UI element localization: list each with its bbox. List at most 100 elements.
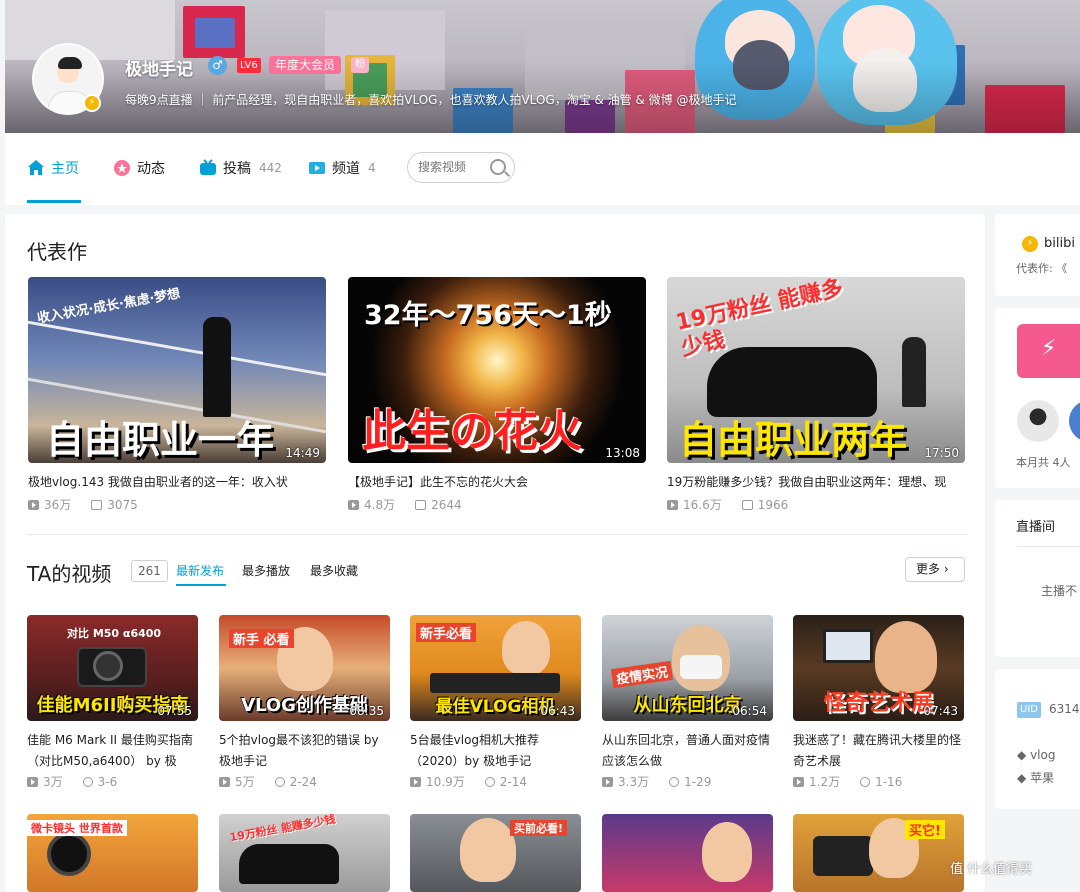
gender-male-icon: ♂ [208,56,227,75]
video-thumbnail[interactable]: 对比 M50 α6400 佳能M6II购买指南 07:55 [27,615,198,721]
video-duration: 17:50 [924,446,959,460]
videos-section-title: TA的视频 [27,562,112,586]
search-icon[interactable] [490,159,506,175]
supporter-avatar[interactable] [1069,400,1080,442]
video-card[interactable]: 怪奇艺术展 07:43 我迷惑了！藏在腾讯大楼里的怪奇艺术展 1.2万 1-16 [793,615,964,790]
tag-item[interactable]: ◆ vlog [1017,748,1055,762]
video-duration: 13:08 [605,446,640,460]
publish-date: 3-6 [97,774,118,789]
video-title[interactable]: 我迷惑了！藏在腾讯大楼里的怪奇艺术展 [793,730,964,772]
tag-icon: ◆ [1017,771,1027,785]
publish-date: 2-24 [289,774,317,789]
video-card[interactable]: 新手必看 最佳VLOG相机 06:43 5台最佳vlog相机大推荐（2020）b… [410,615,581,790]
level-badge[interactable]: LV6 [237,58,261,73]
tag-item[interactable]: ◆ 苹果 [1017,769,1054,786]
featured-video-card[interactable]: 收入状况·成长·焦虑·梦想 自由职业一年 14:49 极地vlog.143 我做… [28,277,326,513]
thumbnail-tag: 买前必看! [510,820,568,836]
charge-button[interactable]: ⚡ [1017,324,1080,378]
live-status-text: 主播不 [1041,584,1078,598]
side-brand: bilibi [1044,236,1075,251]
video-card[interactable]: 买它! [793,814,964,892]
thumbnail-tag: 微卡镜头 世界首款 [27,820,127,836]
featured-video-card[interactable]: 32年～756天～1秒 此生の花火 13:08 【极地手记】此生不忘的花火大会 … [348,277,646,513]
video-card[interactable]: 买前必看! [410,814,581,892]
tab-home[interactable]: 主页 [27,157,79,179]
video-thumbnail[interactable]: 新手 必看 VLOG创作基础 08:35 [219,615,390,721]
home-icon [28,160,44,175]
video-title[interactable]: 从山东回北京，普通人面对疫情应该怎么做 [602,730,773,772]
video-title[interactable]: 极地vlog.143 我做自由职业者的这一年：收入状 [28,473,326,490]
chevron-right-icon: › [943,562,949,576]
play-count-icon [667,499,678,510]
tab-channels[interactable]: 频道 4 [308,157,376,179]
tab-dynamic[interactable]: 动态 [113,157,165,179]
video-title[interactable]: 佳能 M6 Mark II 最佳购买指南（对比M50,a6400） by 极 [27,730,198,772]
video-title[interactable]: 5个拍vlog最不该犯的错误 by 极地手记 [219,730,390,772]
fan-badge[interactable]: 粉 [351,57,369,73]
video-stats: 16.6万 1966 [667,496,965,513]
video-thumbnail[interactable]: 怪奇艺术展 07:43 [793,615,964,721]
section-divider [27,534,967,535]
tab-most-favorited[interactable]: 最多收藏 [310,562,358,579]
play-count-icon [219,776,230,787]
video-card[interactable]: 疫情实况 从山东回北京 06:54 从山东回北京，普通人面对疫情应该怎么做 3.… [602,615,773,790]
play-count: 16.6万 [683,498,722,512]
tab-latest[interactable]: 最新发布 [176,562,224,579]
avatar-hair [58,57,82,69]
lightning-icon: ⚡ [1041,336,1057,361]
video-thumbnail[interactable] [602,814,773,892]
video-title[interactable]: 【极地手记】此生不忘的花火大会 [348,473,646,490]
face-graphic [875,621,937,693]
tag-label: vlog [1030,748,1056,762]
thumbnail-tag: 对比 M50 α6400 [67,627,162,640]
play-count: 36万 [44,498,72,512]
video-thumbnail[interactable]: 疫情实况 从山东回北京 06:54 [602,615,773,721]
video-thumbnail[interactable]: 买前必看! [410,814,581,892]
video-card[interactable] [602,814,773,892]
supporter-avatar[interactable] [1017,400,1059,442]
camera-graphic [813,836,873,876]
tab-dynamic-label: 动态 [137,161,165,177]
video-card[interactable]: 19万粉丝 能赚多少钱 [219,814,390,892]
more-button[interactable]: 更多 › [905,557,965,582]
tab-uploads[interactable]: 投稿 442 [199,157,282,179]
thumbnail-tag: 买它! [905,820,945,839]
video-title[interactable]: 5台最佳vlog相机大推荐（2020）by 极地手记 [410,730,581,772]
video-thumbnail[interactable]: 买它! [793,814,964,892]
video-thumbnail[interactable]: 新手必看 最佳VLOG相机 06:43 [410,615,581,721]
thumbnail-caption: 自由职业两年 [679,418,908,462]
clock-icon [274,776,285,787]
video-thumbnail[interactable]: 微卡镜头 世界首款 [27,814,198,892]
video-duration: 06:54 [732,704,767,718]
channels-count: 4 [368,161,376,175]
video-thumbnail[interactable]: 19万粉丝 能赚多少钱 [219,814,390,892]
thumbnail-overlay-text: 收入状况·成长·焦虑·梦想 [36,286,182,327]
danmaku-count: 2644 [431,497,462,512]
video-card[interactable]: 微卡镜头 世界首款 [27,814,198,892]
face-graphic [460,818,516,882]
cameras-graphic [430,673,560,693]
video-thumbnail[interactable]: 32年～756天～1秒 此生の花火 13:08 [348,277,646,463]
uid-value: 6314 [1049,702,1080,716]
active-sort-indicator [176,584,226,586]
video-thumbnail[interactable]: 19万粉丝 能赚多少钱 自由职业两年 17:50 [667,277,965,463]
thumbnail-caption: 此生の花火 [362,406,582,457]
tab-home-label: 主页 [51,161,79,177]
play-count: 1.2万 [809,775,841,789]
video-search[interactable] [407,152,515,183]
tab-most-played[interactable]: 最多播放 [242,562,290,579]
profile-banner: ⚡ 极地手记 ♂ LV6 年度大会员 粉 每晚9点直播 ｜ 前产品经理，现自由职… [5,0,1080,133]
video-card[interactable]: 新手 必看 VLOG创作基础 08:35 5个拍vlog最不该犯的错误 by 极… [219,615,390,790]
lens-graphic [93,651,123,681]
video-title[interactable]: 19万粉能赚多少钱？我做自由职业这两年：理想、现 [667,473,965,490]
search-input[interactable] [418,160,488,174]
video-duration: 14:49 [285,446,320,460]
dynamic-icon [114,160,130,176]
video-card[interactable]: 对比 M50 α6400 佳能M6II购买指南 07:55 佳能 M6 Mark… [27,615,198,790]
video-duration: 07:43 [923,704,958,718]
featured-video-card[interactable]: 19万粉丝 能赚多少钱 自由职业两年 17:50 19万粉能赚多少钱？我做自由职… [667,277,965,513]
play-count-icon [348,499,359,510]
vip-badge[interactable]: 年度大会员 [269,56,342,74]
video-thumbnail[interactable]: 收入状况·成长·焦虑·梦想 自由职业一年 14:49 [28,277,326,463]
lens-graphic [47,832,91,876]
